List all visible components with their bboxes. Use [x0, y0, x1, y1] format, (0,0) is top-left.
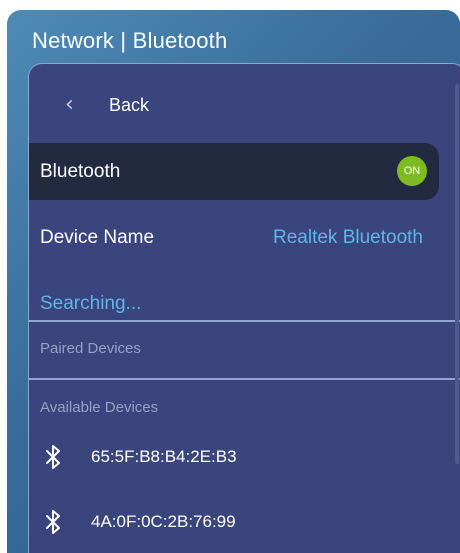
available-device-item[interactable]: 4A:0F:0C:2B:76:99	[29, 499, 439, 543]
device-name-value: Realtek Bluetooth	[273, 227, 423, 248]
bluetooth-settings-panel: ‹ Back Bluetooth ON Device Name Realtek …	[28, 63, 460, 553]
bluetooth-icon	[46, 445, 60, 469]
available-devices-header: Available Devices	[40, 399, 159, 416]
searching-status-row: Searching...	[29, 284, 460, 324]
device-name-row[interactable]: Device Name Realtek Bluetooth	[29, 218, 460, 258]
settings-window: Network | Bluetooth ‹ Back Bluetooth ON …	[7, 10, 460, 553]
divider	[29, 378, 460, 380]
window-title: Network | Bluetooth	[32, 28, 228, 53]
back-button[interactable]: ‹ Back	[29, 82, 460, 130]
available-device-item[interactable]: 65:5F:B8:B4:2E:B3	[29, 434, 439, 478]
scrollbar[interactable]	[455, 84, 459, 464]
device-address: 65:5F:B8:B4:2E:B3	[91, 447, 237, 466]
divider	[29, 320, 460, 322]
paired-devices-header: Paired Devices	[40, 340, 141, 357]
bluetooth-label: Bluetooth	[40, 161, 121, 182]
bluetooth-toggle[interactable]: ON	[397, 156, 427, 186]
bluetooth-icon	[46, 510, 60, 534]
bluetooth-toggle-row[interactable]: Bluetooth ON	[29, 143, 439, 200]
searching-status: Searching...	[40, 293, 142, 314]
device-name-label: Device Name	[40, 227, 155, 248]
back-label: Back	[109, 95, 150, 115]
device-address: 4A:0F:0C:2B:76:99	[91, 512, 236, 531]
chevron-left-icon[interactable]: ‹	[65, 92, 74, 117]
